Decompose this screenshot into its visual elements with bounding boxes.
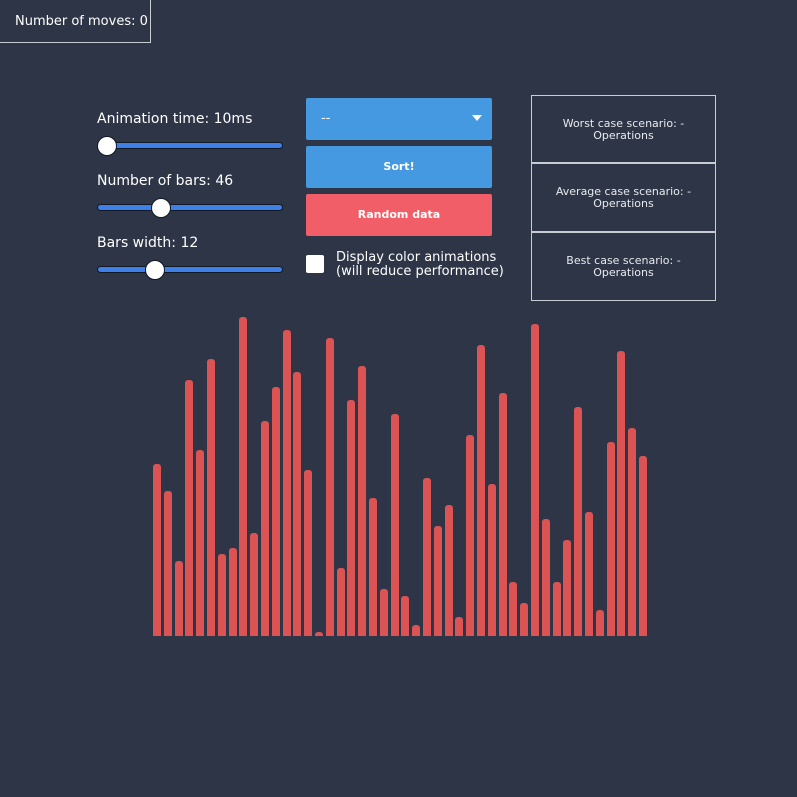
bar bbox=[455, 617, 463, 636]
bar bbox=[337, 568, 345, 636]
bar bbox=[196, 450, 204, 636]
bars-width-slider-thumb[interactable] bbox=[145, 260, 165, 280]
random-data-button[interactable]: Random data bbox=[306, 194, 492, 236]
animation-time-slider-thumb[interactable] bbox=[97, 136, 117, 156]
worst-case-unit: Operations bbox=[593, 129, 654, 142]
bar bbox=[596, 610, 604, 636]
bar bbox=[326, 338, 334, 636]
chevron-down-icon bbox=[472, 115, 482, 121]
bar bbox=[628, 428, 636, 636]
bar bbox=[304, 470, 312, 636]
bar bbox=[207, 359, 215, 636]
bar bbox=[358, 366, 366, 636]
bar bbox=[531, 324, 539, 636]
bar bbox=[553, 582, 561, 636]
bar bbox=[175, 561, 183, 636]
bar bbox=[261, 421, 269, 636]
bar bbox=[239, 317, 247, 636]
color-animations-checkbox[interactable] bbox=[306, 255, 324, 273]
animation-time-label: Animation time: 10ms bbox=[97, 111, 253, 127]
algorithm-select-value: -- bbox=[321, 111, 331, 126]
bar bbox=[509, 582, 517, 636]
bar bbox=[272, 387, 280, 636]
sort-button[interactable]: Sort! bbox=[306, 146, 492, 188]
algorithm-select[interactable]: -- bbox=[306, 98, 492, 140]
bar bbox=[542, 519, 550, 636]
bar bbox=[185, 380, 193, 636]
bar bbox=[466, 435, 474, 636]
bar bbox=[563, 540, 571, 636]
bar bbox=[401, 596, 409, 636]
bars-width-slider[interactable] bbox=[97, 266, 283, 273]
best-case-unit: Operations bbox=[593, 266, 654, 279]
color-animations-label: Display color animations (will reduce pe… bbox=[336, 251, 506, 279]
average-case-box: Average case scenario: - Operations bbox=[531, 163, 716, 232]
bar bbox=[607, 442, 615, 636]
bar bbox=[574, 407, 582, 636]
best-case-box: Best case scenario: - Operations bbox=[531, 232, 716, 301]
bar bbox=[391, 414, 399, 636]
bar bbox=[293, 372, 301, 636]
moves-counter-label: Number of moves: 0 bbox=[15, 14, 148, 29]
worst-case-box: Worst case scenario: - Operations bbox=[531, 95, 716, 163]
bar bbox=[218, 554, 226, 636]
animation-time-control: Animation time: 10ms bbox=[97, 110, 283, 156]
moves-counter: Number of moves: 0 bbox=[0, 0, 151, 43]
bar bbox=[229, 548, 237, 636]
bar bbox=[369, 498, 377, 636]
bars-width-label: Bars width: 12 bbox=[97, 235, 199, 251]
bar bbox=[520, 603, 528, 636]
bar bbox=[423, 478, 431, 636]
bar bbox=[434, 526, 442, 636]
number-of-bars-label: Number of bars: 46 bbox=[97, 173, 234, 189]
bar bbox=[153, 464, 161, 636]
bar bbox=[164, 491, 172, 636]
bar bbox=[445, 505, 453, 636]
animation-time-slider[interactable] bbox=[97, 142, 283, 149]
bar bbox=[380, 589, 388, 636]
bar bbox=[477, 345, 485, 636]
bar bbox=[315, 632, 323, 636]
color-animations-label-line1: Display color animations bbox=[336, 250, 497, 265]
bar bbox=[412, 625, 420, 636]
average-case-unit: Operations bbox=[593, 197, 654, 210]
bar bbox=[639, 456, 647, 636]
bar bbox=[585, 512, 593, 636]
number-of-bars-slider-thumb[interactable] bbox=[151, 198, 171, 218]
bar bbox=[250, 533, 258, 636]
number-of-bars-slider[interactable] bbox=[97, 204, 283, 211]
bar bbox=[488, 484, 496, 636]
bar bbox=[617, 351, 625, 636]
bar bbox=[499, 393, 507, 636]
bar bbox=[347, 400, 355, 636]
bars-width-control: Bars width: 12 bbox=[97, 234, 283, 280]
number-of-bars-control: Number of bars: 46 bbox=[97, 172, 283, 218]
bar bbox=[283, 330, 291, 636]
color-animations-label-line2: (will reduce performance) bbox=[336, 264, 504, 279]
